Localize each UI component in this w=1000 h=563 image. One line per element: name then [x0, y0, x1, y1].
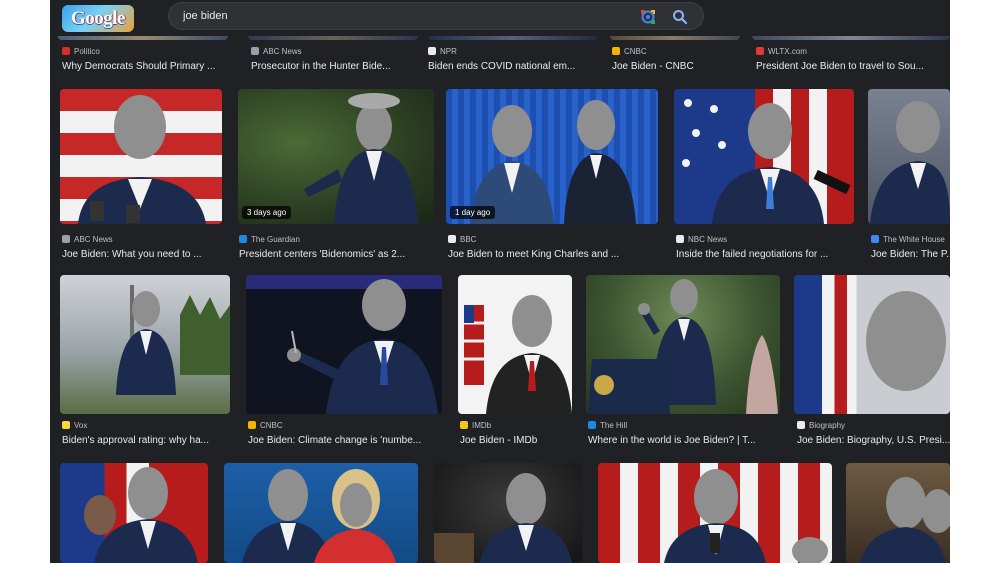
result-title[interactable]: President Joe Biden to travel to Sou...: [756, 60, 950, 73]
source-label: CNBC: [260, 421, 283, 430]
bbc-favicon-icon: [448, 235, 456, 243]
search-header: Google: [50, 0, 950, 36]
source-label: ABC News: [74, 235, 113, 244]
image-result-thumbnail[interactable]: [846, 463, 950, 563]
result-title[interactable]: Joe Biden - IMDb: [460, 434, 580, 447]
search-bar[interactable]: [168, 2, 704, 30]
result-source: Politico: [62, 46, 242, 57]
image-result-thumbnail[interactable]: [868, 89, 950, 224]
image-result-thumbnail[interactable]: [60, 463, 208, 563]
image-result-thumbnail[interactable]: [598, 463, 832, 563]
result-source: NBC News: [676, 234, 854, 245]
source-label: CNBC: [624, 47, 647, 56]
result-source: BBC: [448, 234, 658, 245]
image-result-thumbnail[interactable]: [224, 463, 418, 563]
result-source: NPR: [428, 46, 598, 57]
source-label: ABC News: [263, 47, 302, 56]
result-title[interactable]: Joe Biden: Biography, U.S. Presi...: [797, 434, 950, 447]
result-source: The Guardian: [239, 234, 429, 245]
source-label: The White House: [883, 235, 945, 244]
source-label: NBC News: [688, 235, 728, 244]
source-label: BBC: [460, 235, 477, 244]
result-title[interactable]: Joe Biden to meet King Charles and ...: [448, 248, 658, 261]
image-result-thumbnail[interactable]: [674, 89, 854, 224]
guardian-favicon-icon: [239, 235, 247, 243]
source-label: Vox: [74, 421, 88, 430]
result-source: Vox: [62, 420, 238, 431]
cnbc-favicon-icon: [248, 421, 256, 429]
abc-news-favicon-icon: [62, 235, 70, 243]
image-result-thumbnail[interactable]: [434, 463, 582, 563]
result-title[interactable]: Joe Biden - CNBC: [612, 60, 742, 73]
result-source: ABC News: [251, 46, 421, 57]
source-label: WLTX.com: [768, 47, 807, 56]
result-title[interactable]: Joe Biden: Climate change is 'numbe...: [248, 434, 444, 447]
source-label: NPR: [440, 47, 457, 56]
source-label: The Hill: [600, 421, 628, 430]
google-doodle-logo[interactable]: Google: [62, 5, 134, 32]
result-source: WLTX.com: [756, 46, 950, 57]
source-label: Biography: [809, 421, 846, 430]
image-result-thumbnail[interactable]: [794, 275, 950, 414]
result-source: CNBC: [612, 46, 742, 57]
logo-text: Google: [71, 7, 126, 29]
time-badge: 1 day ago: [450, 206, 496, 219]
source-label: The Guardian: [251, 235, 300, 244]
result-title[interactable]: Where in the world is Joe Biden? | T...: [588, 434, 784, 447]
result-source: The White House: [871, 234, 950, 245]
result-title[interactable]: Inside the failed negotiations for ...: [676, 248, 854, 261]
imdb-favicon-icon: [460, 421, 468, 429]
result-source: The Hill: [588, 420, 784, 431]
npr-favicon-icon: [428, 47, 436, 55]
result-title[interactable]: Why Democrats Should Primary ...: [62, 60, 242, 73]
white-house-favicon-icon: [871, 235, 879, 243]
result-title[interactable]: Biden ends COVID national em...: [428, 60, 598, 73]
source-label: IMDb: [472, 421, 492, 430]
result-title[interactable]: Prosecutor in the Hunter Bide...: [251, 60, 421, 73]
result-title[interactable]: Biden's approval rating: why ha...: [62, 434, 238, 447]
cnbc-favicon-icon: [612, 47, 620, 55]
search-icon[interactable]: [671, 8, 689, 26]
politico-favicon-icon: [62, 47, 70, 55]
image-result-thumbnail[interactable]: [246, 275, 442, 414]
the-hill-favicon-icon: [588, 421, 596, 429]
browser-viewport: Google Politico Why Democrats Should Pri…: [50, 0, 950, 563]
image-result-thumbnail[interactable]: [60, 89, 222, 224]
source-label: Politico: [74, 47, 100, 56]
image-result-thumbnail[interactable]: [60, 275, 230, 414]
result-source: ABC News: [62, 234, 232, 245]
image-result-thumbnail[interactable]: [458, 275, 572, 414]
result-title[interactable]: President centers 'Bidenomics' as 2...: [239, 248, 429, 261]
image-result-thumbnail[interactable]: 3 days ago: [238, 89, 434, 224]
result-title[interactable]: Joe Biden: What you need to ...: [62, 248, 232, 261]
image-result-thumbnail[interactable]: 1 day ago: [446, 89, 658, 224]
google-lens-icon[interactable]: [639, 8, 657, 26]
biography-favicon-icon: [797, 421, 805, 429]
search-input[interactable]: [183, 7, 623, 25]
nbc-news-favicon-icon: [676, 235, 684, 243]
time-badge: 3 days ago: [242, 206, 292, 219]
result-title[interactable]: Joe Biden: The P...: [871, 248, 950, 261]
result-source: IMDb: [460, 420, 580, 431]
image-result-thumbnail[interactable]: [586, 275, 780, 414]
result-source: Biography: [797, 420, 950, 431]
abc-news-favicon-icon: [251, 47, 259, 55]
vox-favicon-icon: [62, 421, 70, 429]
wltx-favicon-icon: [756, 47, 764, 55]
result-source: CNBC: [248, 420, 444, 431]
